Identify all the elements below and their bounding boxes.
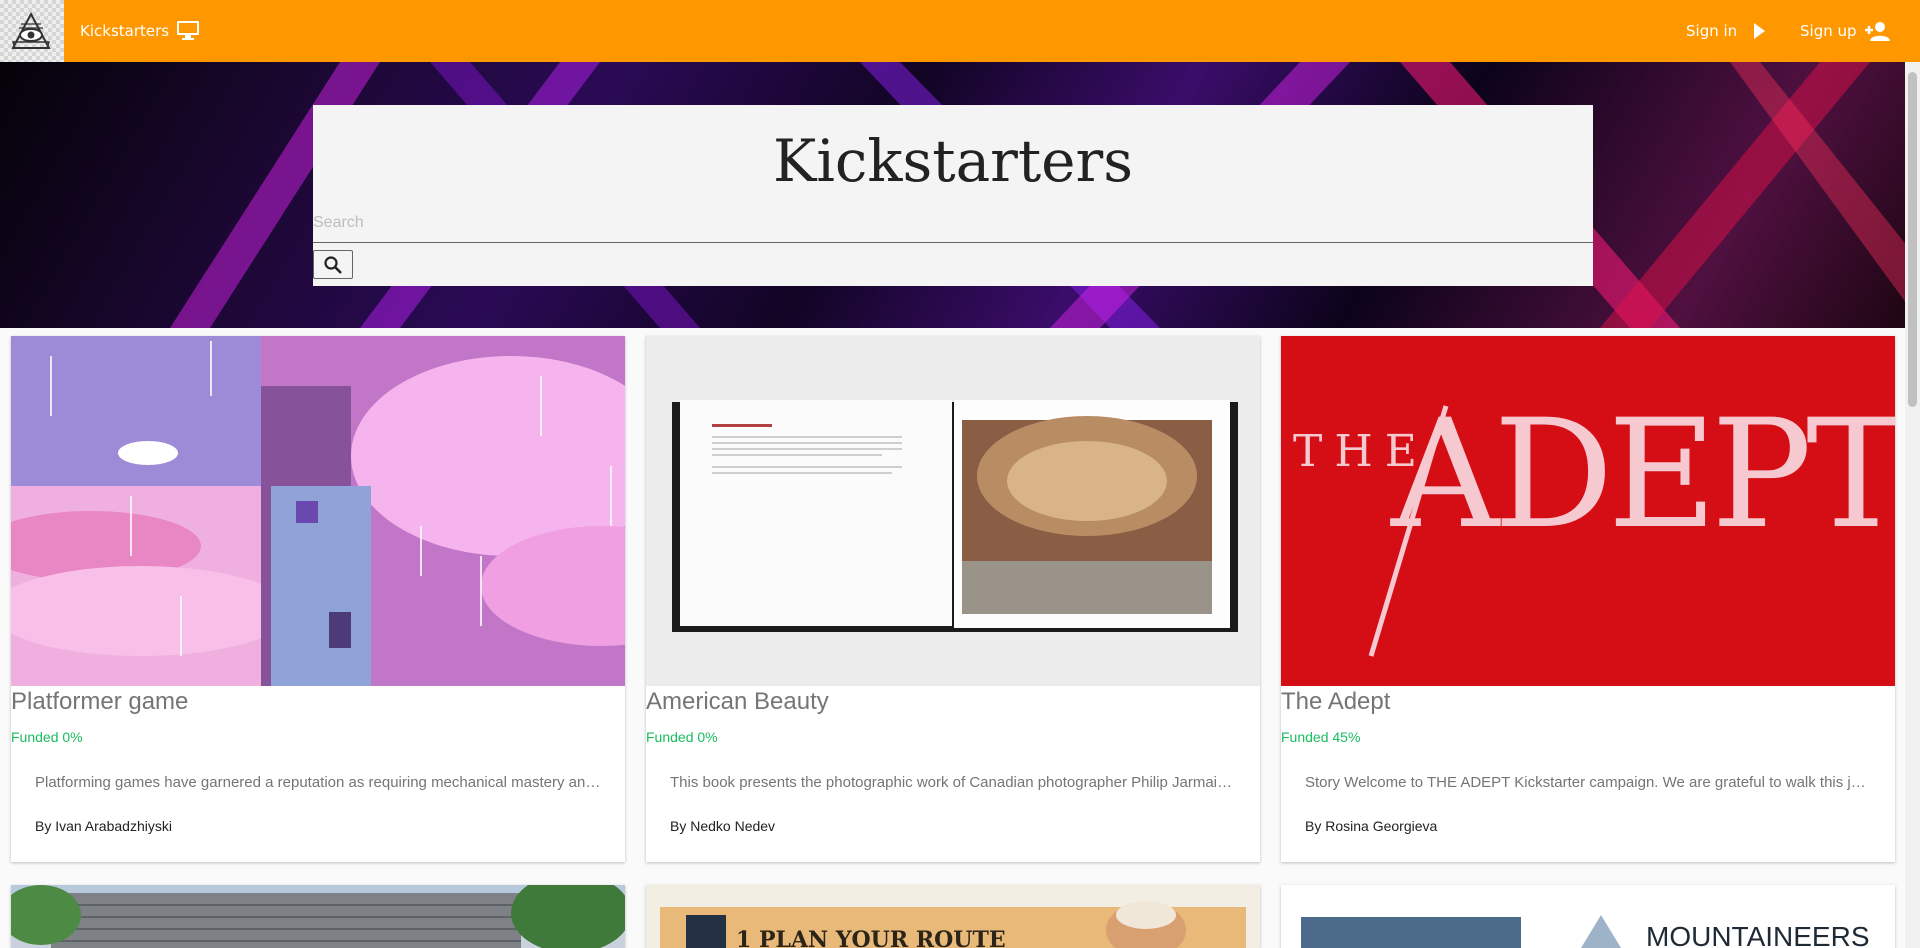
funded-status: Funded 0% — [646, 729, 718, 745]
funded-status: Funded 0% — [11, 729, 83, 745]
play-arrow-icon[interactable] — [1752, 22, 1766, 44]
project-image[interactable] — [11, 336, 625, 686]
project-card[interactable]: Platformer game Funded 0% Platforming ga… — [11, 336, 625, 862]
funded-status: Funded 45% — [1281, 729, 1361, 745]
project-image[interactable] — [646, 336, 1260, 686]
project-description: This book presents the photographic work… — [670, 774, 1236, 791]
project-card[interactable]: THE ADEPT The Adept Funded 45% Story Wel… — [1281, 336, 1895, 862]
search-input[interactable] — [313, 203, 1593, 243]
project-title[interactable]: The Adept — [1281, 688, 1390, 716]
nav-brand-link[interactable]: Kickstarters — [80, 0, 169, 62]
project-card[interactable]: American Beauty Funded 0% This book pres… — [646, 336, 1260, 862]
site-logo[interactable] — [0, 0, 64, 62]
hero-banner: Kickstarters — [0, 62, 1920, 328]
search-button[interactable] — [313, 250, 353, 279]
project-card[interactable] — [11, 885, 625, 948]
page-title: Kickstarters — [772, 127, 1133, 195]
project-description: Story Welcome to THE ADEPT Kickstarter c… — [1305, 774, 1871, 791]
page-scrollbar[interactable] — [1905, 62, 1920, 948]
person-add-icon[interactable] — [1864, 20, 1890, 46]
eye-pyramid-logo-icon — [11, 11, 51, 49]
project-description: Platforming games have garnered a reputa… — [35, 774, 601, 791]
project-card[interactable]: 1 PLAN YOUR ROUTE — [646, 885, 1260, 948]
project-author: By Rosina Georgieva — [1305, 818, 1438, 834]
project-author: By Nedko Nedev — [670, 818, 776, 834]
top-nav-bar: Kickstarters Sign in Sign up — [0, 0, 1920, 62]
hero-panel: Kickstarters — [313, 105, 1593, 286]
search-icon — [324, 255, 342, 274]
project-card[interactable]: MOUNTAINEERS — [1281, 885, 1895, 948]
project-image[interactable]: THE ADEPT — [1281, 336, 1895, 686]
project-title[interactable]: American Beauty — [646, 688, 829, 716]
project-title[interactable]: Platformer game — [11, 688, 188, 716]
project-author: By Ivan Arabadzhiyski — [35, 818, 172, 834]
sign-in-link[interactable]: Sign in — [1686, 0, 1737, 62]
scrollbar-thumb[interactable] — [1908, 72, 1917, 407]
svg-text:ADEPT: ADEPT — [1390, 388, 1895, 562]
card-caption: 1 PLAN YOUR ROUTE — [736, 927, 1006, 948]
sign-up-link[interactable]: Sign up — [1800, 0, 1857, 62]
project-image[interactable] — [11, 885, 625, 948]
card-caption: MOUNTAINEERS — [1646, 921, 1870, 948]
monitor-icon[interactable] — [176, 20, 200, 46]
